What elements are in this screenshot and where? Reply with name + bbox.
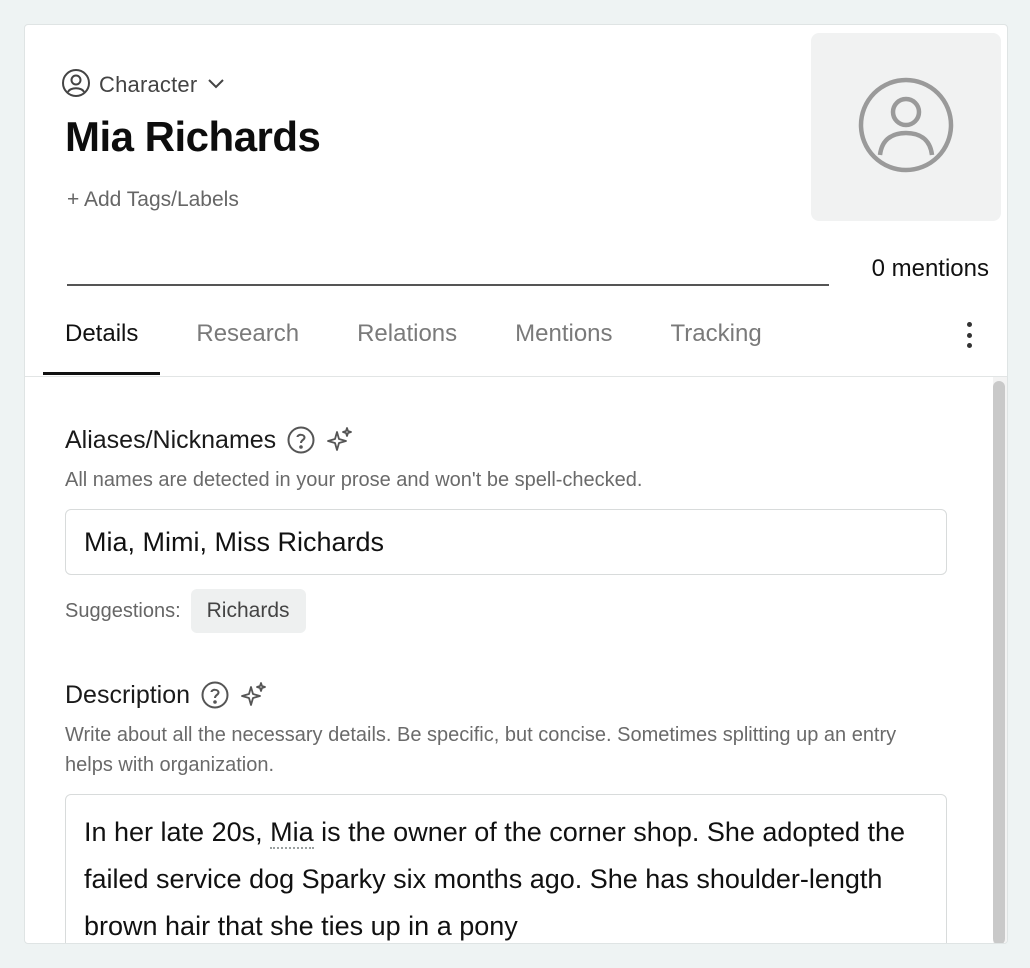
suggestions-row: Suggestions: Richards <box>65 589 306 633</box>
question-circle-icon[interactable] <box>286 425 316 455</box>
character-panel: Character Mia Richards + Add Tags/Labels… <box>24 24 1008 944</box>
scrollbar-thumb[interactable] <box>993 381 1005 943</box>
tab-research[interactable]: Research <box>174 315 321 375</box>
avatar-placeholder-icon <box>856 75 956 180</box>
suggestion-chip[interactable]: Richards <box>190 589 306 633</box>
description-text-start: In her late 20s, <box>84 817 271 847</box>
header-divider <box>67 284 829 286</box>
tab-tracking[interactable]: Tracking <box>649 315 784 375</box>
aliases-help-text: All names are detected in your prose and… <box>65 469 643 491</box>
mentions-count: 0 mentions <box>871 255 989 282</box>
tab-mentions[interactable]: Mentions <box>493 315 634 375</box>
person-circle-icon <box>61 68 91 103</box>
tab-relations[interactable]: Relations <box>335 315 479 375</box>
chevron-down-icon <box>205 72 227 99</box>
aliases-title: Aliases/Nicknames <box>65 425 277 454</box>
sparkle-icon[interactable] <box>326 426 354 454</box>
description-help-text: Write about all the necessary details. B… <box>65 724 897 776</box>
description-title: Description <box>65 680 191 709</box>
description-header: Description <box>65 680 268 710</box>
aliases-input[interactable] <box>65 509 947 575</box>
suggestions-label: Suggestions: <box>65 599 181 622</box>
aliases-header: Aliases/Nicknames <box>65 425 354 455</box>
kebab-menu-icon[interactable] <box>957 319 981 351</box>
tabs-divider <box>25 376 1007 377</box>
tab-bar: Details Research Relations Mentions Trac… <box>43 315 798 377</box>
entity-type-label: Character <box>99 72 198 97</box>
page-title[interactable]: Mia Richards <box>65 113 321 161</box>
avatar-upload[interactable] <box>811 33 1001 221</box>
add-tags-button[interactable]: + Add Tags/Labels <box>67 188 239 212</box>
name-mention-highlight[interactable]: Mia <box>270 817 314 849</box>
description-textarea[interactable]: In her late 20s, Mia is the owner of the… <box>65 794 947 943</box>
entity-type-dropdown[interactable]: Character <box>61 68 227 103</box>
question-circle-icon[interactable] <box>200 680 230 710</box>
tab-details[interactable]: Details <box>43 315 161 375</box>
sparkle-icon[interactable] <box>240 681 268 709</box>
